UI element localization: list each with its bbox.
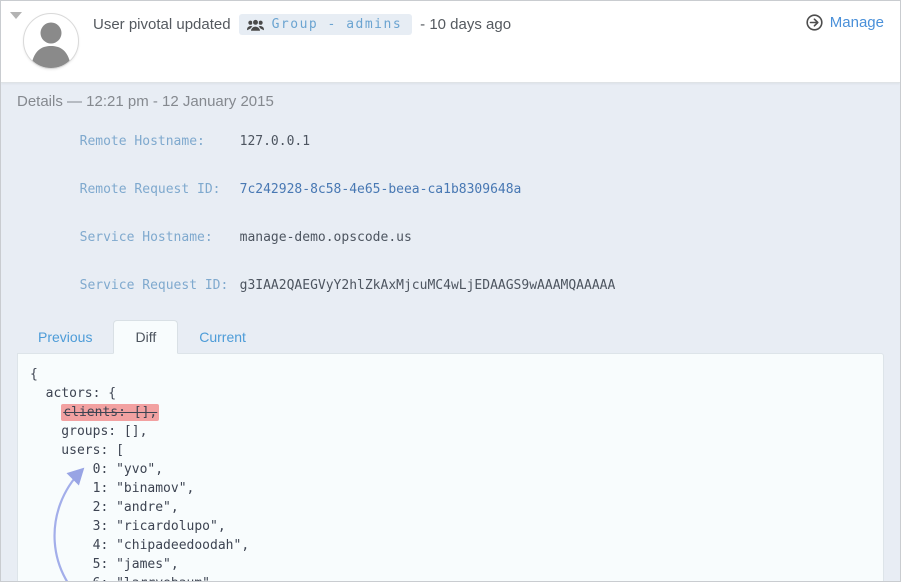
diff-line: groups: [], <box>30 422 871 441</box>
diff-line: 2: "andre", <box>30 498 871 517</box>
group-badge[interactable]: Group - admins <box>239 14 413 35</box>
diff-line: 3: "ricardolupo", <box>30 517 871 536</box>
details-section: Details — 12:21 pm - 12 January 2015 Rem… <box>1 83 900 582</box>
service-request-id-value: g3IAA2QAEGVyY2hlZkAxMjcuMC4wLjEDAAGS9wAA… <box>240 278 616 293</box>
diff-line: 1: "binamov", <box>30 479 871 498</box>
diff-line: 5: "james", <box>30 555 871 574</box>
detail-label: Service Request ID: <box>80 278 240 294</box>
details-title: Details — 12:21 pm - 12 January 2015 <box>17 93 884 110</box>
detail-row-service-hostname: Service Hostname:manage-demo.opscode.us <box>17 214 884 262</box>
group-badge-label: Group - admins <box>272 17 403 32</box>
manage-link[interactable]: Manage <box>806 14 884 31</box>
diff-line: users: [ <box>30 441 871 460</box>
audit-detail-page: User pivotal updated Group - admins - 10… <box>0 0 901 582</box>
removed-highlight: clients: [], <box>61 404 159 421</box>
tab-previous[interactable]: Previous <box>17 321 113 353</box>
avatar <box>23 13 79 69</box>
detail-label: Remote Hostname: <box>80 134 240 150</box>
diff-line: 0: "yvo", <box>30 460 871 479</box>
activity-header: User pivotal updated Group - admins - 10… <box>1 1 900 83</box>
remote-request-id-value[interactable]: 7c242928-8c58-4e65-beea-ca1b8309648a <box>240 182 522 197</box>
diff-line: actors: { <box>30 384 871 403</box>
time-ago: - 10 days ago <box>420 16 511 33</box>
diff-line: 6: "larryebaum", <box>30 574 871 582</box>
diff-line: { <box>30 365 871 384</box>
detail-label: Remote Request ID: <box>80 182 240 198</box>
detail-row-remote-hostname: Remote Hostname:127.0.0.1 <box>17 118 884 166</box>
tab-current[interactable]: Current <box>178 321 267 353</box>
diff-view: { actors: { clients: [], groups: [], use… <box>17 353 884 582</box>
diff-line-removed: clients: [], <box>30 403 871 422</box>
activity-summary: User pivotal updated Group - admins - 10… <box>93 14 511 35</box>
diff-tabs: Previous Diff Current <box>17 322 884 353</box>
detail-row-service-request-id: Service Request ID:g3IAA2QAEGVyY2hlZkAxM… <box>17 262 884 310</box>
tab-diff[interactable]: Diff <box>113 320 178 354</box>
activity-text: User pivotal updated <box>93 16 231 33</box>
remote-hostname-value: 127.0.0.1 <box>240 134 310 149</box>
group-icon <box>247 18 264 32</box>
detail-row-remote-request-id: Remote Request ID:7c242928-8c58-4e65-bee… <box>17 166 884 214</box>
arrow-circle-icon <box>806 14 823 31</box>
diff-line: 4: "chipadeedoodah", <box>30 536 871 555</box>
collapse-chevron-icon[interactable] <box>10 12 22 19</box>
request-details: Remote Hostname:127.0.0.1 Remote Request… <box>17 118 884 310</box>
person-silhouette-icon <box>24 14 78 68</box>
service-hostname-value: manage-demo.opscode.us <box>240 230 412 245</box>
manage-label: Manage <box>830 14 884 31</box>
detail-label: Service Hostname: <box>80 230 240 246</box>
